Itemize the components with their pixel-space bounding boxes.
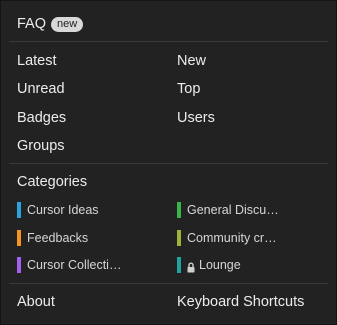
- category-color-bar: [177, 230, 181, 246]
- category-cursor-ideas[interactable]: Cursor Ideas: [17, 201, 99, 219]
- category-color-bar: [17, 202, 21, 218]
- lock-icon: [187, 260, 195, 272]
- divider: [9, 283, 328, 284]
- nav-unread[interactable]: Unread: [17, 80, 65, 98]
- category-label: Lounge: [199, 258, 241, 272]
- nav-latest[interactable]: Latest: [17, 52, 57, 70]
- category-community-creations[interactable]: Community cr…: [177, 229, 277, 247]
- category-label: Feedbacks: [27, 231, 89, 245]
- nav-groups[interactable]: Groups: [17, 137, 65, 155]
- categories-heading[interactable]: Categories: [17, 174, 87, 190]
- faq-link[interactable]: FAQ new: [17, 15, 84, 33]
- about-link[interactable]: About: [17, 293, 55, 311]
- category-cursor-collections[interactable]: Cursor Collecti…: [17, 256, 121, 274]
- nav-top[interactable]: Top: [177, 80, 200, 98]
- keyboard-shortcuts-link[interactable]: Keyboard Shortcuts: [177, 293, 304, 311]
- divider: [9, 41, 328, 42]
- nav-new[interactable]: New: [177, 52, 206, 70]
- category-general-discussion[interactable]: General Discu…: [177, 201, 279, 219]
- category-feedbacks[interactable]: Feedbacks: [17, 229, 88, 247]
- category-color-bar: [177, 202, 181, 218]
- nav-users[interactable]: Users: [177, 109, 215, 127]
- category-label: Cursor Collecti…: [27, 258, 122, 272]
- category-color-bar: [17, 257, 21, 273]
- category-lounge[interactable]: Lounge: [177, 256, 241, 274]
- category-label: Cursor Ideas: [27, 203, 99, 217]
- nav-badges[interactable]: Badges: [17, 109, 66, 127]
- category-color-bar: [177, 257, 181, 273]
- category-color-bar: [17, 230, 21, 246]
- new-badge: new: [51, 16, 84, 32]
- divider: [9, 163, 328, 164]
- category-label: Community cr…: [187, 231, 277, 245]
- faq-label: FAQ: [17, 16, 47, 32]
- category-label: General Discu…: [187, 203, 279, 217]
- sidebar-menu-panel: FAQ new Latest New Unread Top Badges Use…: [0, 0, 337, 325]
